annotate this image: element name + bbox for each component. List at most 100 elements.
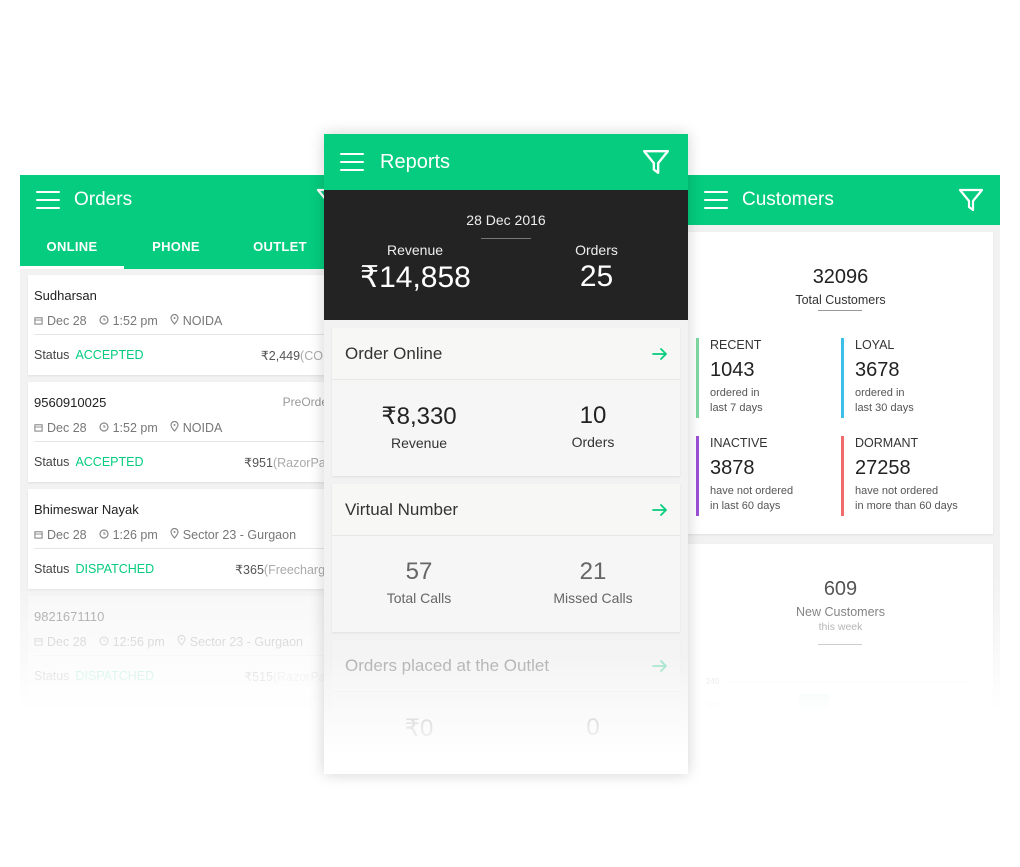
customer-segment[interactable]: DORMANT 27258 have not ordered in more than…: [841, 436, 958, 516]
calendar-icon: [34, 314, 43, 328]
clock-icon: [99, 635, 109, 649]
customer-segment[interactable]: RECENT 1043 ordered in last 7 days: [696, 338, 763, 418]
segment-title: INACTIVE: [710, 436, 768, 450]
amount-value: ₹515: [244, 669, 273, 684]
segment-value: 3678: [855, 359, 900, 381]
order-amount: ₹365(Freecharge: [235, 562, 332, 577]
order-card[interactable]: 9560910025 PreOrde Dec 28 1:52 pm NOIDA Statu…: [28, 382, 332, 482]
segment-desc-line: ordered in: [855, 387, 905, 399]
order-customer-name: Aditya Saxena: [42, 713, 120, 727]
segment-desc: ordered in last 7 days: [710, 386, 763, 416]
amount-value: ₹2,449: [260, 348, 301, 363]
order-location: Sector 23 - Gurgaon: [182, 527, 297, 542]
status-value: DISPATCHED: [75, 669, 155, 683]
segment-desc-line: last 30 days: [855, 402, 914, 414]
total-customers: 32096 Total Customers: [688, 266, 993, 307]
tab-phone[interactable]: PHONE: [124, 225, 228, 269]
order-amount: ₹2,449(COD: [261, 348, 332, 363]
arrow-right-icon[interactable]: [652, 503, 668, 516]
order-location: NOIDA: [182, 313, 223, 328]
segment-desc: have not ordered in last 60 days: [710, 484, 793, 514]
chart-bar: [799, 694, 829, 734]
clock-icon: [99, 421, 109, 435]
order-date: Dec 28: [47, 634, 87, 649]
metric-value: 21: [579, 558, 607, 585]
new-customers-card[interactable]: 609 New Customers this week 240 200: [688, 544, 993, 734]
orders-tabs: ONLINE PHONE OUTLET: [20, 225, 332, 269]
status-label: Status: [34, 348, 70, 362]
segment-value: 1043: [710, 359, 755, 381]
order-time: 1:52 pm: [112, 313, 158, 328]
divider: [818, 310, 862, 311]
customer-segment[interactable]: INACTIVE 3878 have not ordered in last 60 d…: [696, 436, 793, 516]
summary-revenue: Revenue ₹14,858: [360, 242, 471, 295]
report-section-body: 57 Total Calls 21 Missed Calls: [332, 536, 680, 632]
order-location: NOIDA: [182, 420, 223, 435]
clock-icon: [99, 528, 109, 542]
reports-screen: Reports 28 Dec 2016 Revenue ₹14,858 Orde…: [324, 134, 688, 774]
amount-value: ₹951: [244, 455, 273, 470]
orders-screen: Orders ONLINE PHONE OUTLET Sudharsan Dec …: [20, 175, 332, 735]
clock-icon: [99, 314, 109, 328]
reports-title: Reports: [380, 150, 451, 173]
menu-icon[interactable]: [36, 191, 60, 209]
segment-desc-line: ordered in: [710, 387, 760, 399]
metric-label: Revenue: [390, 435, 448, 451]
status-value: DISPATCHED: [75, 562, 155, 576]
customers-appbar: Customers: [688, 175, 1000, 225]
order-meta: Dec 28 12:56 pm Sector 23 - Gurgaon: [34, 628, 332, 656]
total-customers-label: Total Customers: [795, 293, 886, 307]
order-date: Dec 28: [47, 313, 87, 328]
order-status-row: Status DISPATCHED ₹365(Freecharge: [34, 549, 332, 589]
customer-summary-card: 32096 Total Customers RECENT 1043 ordered …: [688, 232, 993, 534]
report-date[interactable]: 28 Dec 2016: [324, 212, 688, 228]
new-customers-sub: this week: [818, 621, 863, 633]
order-amount: ₹515(RazorPay: [244, 669, 332, 684]
order-card[interactable]: Bhimeswar Nayak Dec 28 1:26 pm Sector 23 - …: [28, 489, 332, 589]
segment-desc-line: in last 60 days: [710, 500, 781, 512]
segment-desc-line: have not ordered: [855, 485, 939, 497]
filter-icon[interactable]: [958, 187, 984, 213]
segment-desc: ordered in last 30 days: [855, 386, 914, 416]
status-label: Status: [34, 455, 70, 469]
section-left-metric: ₹8,330 Revenue: [332, 380, 506, 476]
menu-icon[interactable]: [704, 191, 728, 209]
order-status-row: Status DISPATCHED ₹515(RazorPay: [34, 656, 332, 696]
segment-desc: have not ordered in more than 60 days: [855, 484, 958, 514]
location-pin-icon: [177, 634, 186, 649]
arrow-right-icon[interactable]: [652, 347, 668, 360]
tab-outlet[interactable]: OUTLET: [228, 225, 332, 269]
metric-value: ₹0: [404, 715, 434, 742]
divider: [818, 644, 862, 645]
arrow-right-icon[interactable]: [652, 659, 668, 672]
report-section-card: Orders placed at the Outlet ₹0 0: [332, 640, 680, 774]
customer-segment[interactable]: LOYAL 3678 ordered in last 30 days: [841, 338, 914, 418]
report-section-header[interactable]: Order Online: [332, 328, 680, 380]
reports-appbar: Reports: [324, 134, 688, 190]
section-title: Orders placed at the Outlet: [345, 655, 550, 675]
location-pin-icon: [170, 420, 179, 435]
order-location: Sector 23 - Gurgaon: [189, 634, 303, 649]
summary-orders: Orders 25: [554, 242, 639, 294]
menu-icon[interactable]: [340, 153, 364, 171]
calendar-icon: [34, 421, 43, 435]
order-time: 1:26 pm: [112, 527, 158, 542]
report-section-header[interactable]: Orders placed at the Outlet: [332, 640, 680, 692]
metric-label: Orders: [571, 434, 615, 450]
calendar-icon: [34, 635, 43, 649]
report-section-header[interactable]: Virtual Number: [332, 484, 680, 536]
section-right-metric: 21 Missed Calls: [506, 536, 680, 632]
order-card[interactable]: Sudharsan Dec 28 1:52 pm NOIDA Status ACCEPTE…: [28, 275, 332, 375]
metric-value: 0: [586, 714, 600, 741]
section-right-metric: 0: [506, 692, 680, 774]
total-customers-value: 32096: [812, 266, 869, 288]
customers-screen: Customers 32096 Total Customers RECENT 10…: [688, 175, 1000, 735]
tab-online[interactable]: ONLINE: [20, 225, 124, 269]
segment-title: DORMANT: [855, 436, 919, 450]
order-customer-name: Sudharsan: [34, 288, 97, 303]
section-title: Virtual Number: [345, 499, 459, 519]
order-time: 12:56 pm: [112, 634, 165, 649]
metric-value: 57: [405, 558, 433, 585]
order-card[interactable]: 9821671110 Dec 28 12:56 pm Sector 23 - Gurg…: [28, 596, 332, 696]
filter-icon[interactable]: [642, 148, 670, 176]
